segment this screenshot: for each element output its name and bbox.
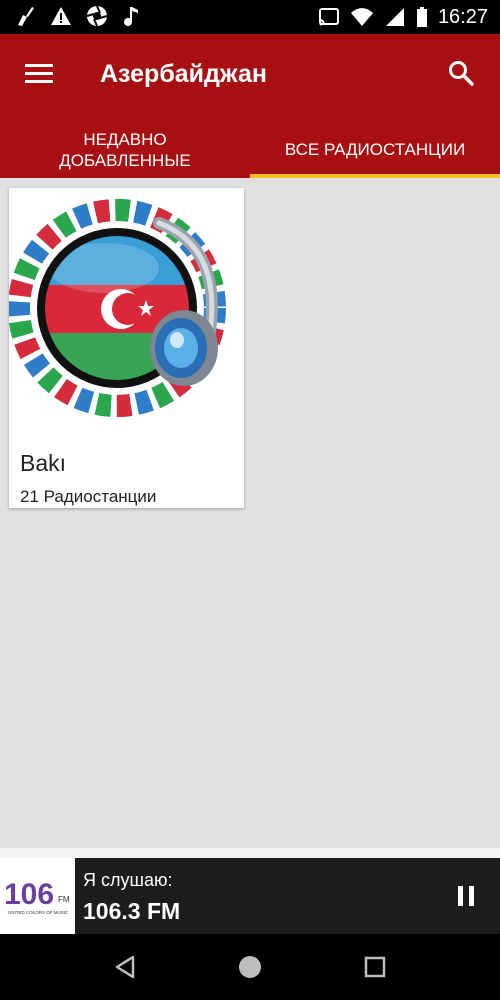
tab-label: НЕДАВНО ДОБАВЛЕННЫЕ bbox=[59, 129, 191, 170]
tab-label: ВСЕ РАДИОСТАНЦИИ bbox=[284, 140, 466, 159]
aperture-icon bbox=[86, 5, 108, 27]
tab-recently-added[interactable]: НЕДАВНО ДОБАВЛЕННЫЕ bbox=[0, 121, 250, 178]
station-logo-image: 106 FM UNITED COLORS OF MUSIC bbox=[4, 878, 70, 915]
signal-icon bbox=[385, 8, 404, 26]
status-bar: 16:27 bbox=[0, 0, 500, 34]
warning-icon bbox=[51, 7, 71, 25]
recents-button[interactable] bbox=[362, 954, 388, 980]
logo-caption: UNITED COLORS OF MUSIC bbox=[8, 910, 69, 915]
card-subtitle: 21 Радиостанции bbox=[20, 487, 157, 506]
clock: 16:27 bbox=[437, 6, 488, 28]
system-icons: 16:27 bbox=[318, 5, 488, 29]
logo-text: 106 bbox=[4, 878, 54, 911]
system-nav-bar bbox=[0, 934, 500, 1000]
search-icon bbox=[449, 61, 474, 86]
now-playing-bar[interactable]: 106 FM UNITED COLORS OF MUSIC Я слушаю: … bbox=[0, 858, 500, 934]
pause-button[interactable] bbox=[452, 882, 480, 910]
back-button[interactable] bbox=[112, 954, 138, 980]
logo-sub: FM bbox=[58, 895, 70, 904]
search-button[interactable] bbox=[444, 56, 478, 90]
wifi-icon bbox=[350, 8, 373, 26]
card-title: Bakı bbox=[20, 450, 67, 476]
azerbaijan-flag-headphones-icon bbox=[9, 199, 226, 417]
recents-icon bbox=[364, 956, 386, 978]
divider bbox=[0, 848, 500, 858]
menu-button[interactable] bbox=[22, 58, 56, 88]
battery-icon bbox=[416, 7, 427, 27]
cast-icon bbox=[318, 8, 339, 26]
music-note-icon bbox=[124, 7, 138, 26]
hamburger-menu-icon bbox=[25, 64, 53, 83]
city-card[interactable]: Bakı 21 Радиостанции bbox=[9, 188, 244, 508]
tab-bar: НЕДАВНО ДОБАВЛЕННЫЕ ВСЕ РАДИОСТАНЦИИ bbox=[0, 121, 500, 178]
tab-all-stations[interactable]: ВСЕ РАДИОСТАНЦИИ bbox=[250, 121, 500, 178]
cleaner-icon bbox=[18, 7, 34, 26]
app-bar: Азербайджан НЕДАВНО ДОБАВЛЕННЫЕ ВСЕ РАДИ… bbox=[0, 34, 500, 178]
now-playing-label: Я слушаю: bbox=[83, 870, 173, 890]
notification-icons bbox=[14, 5, 140, 27]
station-grid: Bakı 21 Радиостанции bbox=[0, 178, 500, 848]
home-icon bbox=[239, 956, 261, 978]
back-icon bbox=[115, 955, 135, 979]
page-title: Азербайджан bbox=[100, 60, 267, 88]
home-button[interactable] bbox=[237, 954, 263, 980]
now-playing-station: 106.3 FM bbox=[83, 898, 181, 924]
station-logo: 106 FM UNITED COLORS OF MUSIC bbox=[0, 858, 75, 934]
